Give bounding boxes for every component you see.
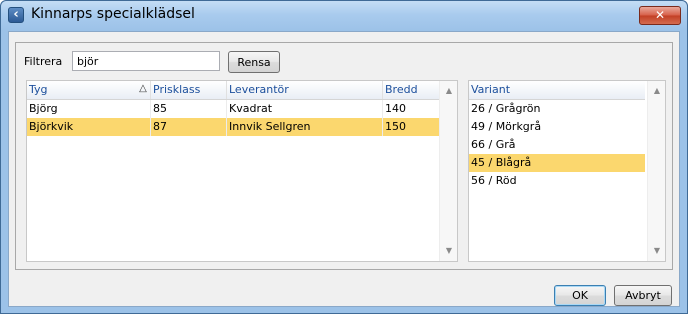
filter-input[interactable] — [72, 51, 220, 71]
fabric-table: Tyg △ Prisklass Leverantör Bredd Björg 8… — [26, 80, 458, 262]
back-arrow-icon: ‹ — [8, 7, 24, 23]
scroll-down-icon[interactable]: ▼ — [651, 245, 663, 257]
close-icon: ✕ — [654, 8, 666, 22]
list-item-selected[interactable]: 45 / Blågrå — [469, 154, 645, 172]
cancel-button[interactable]: Avbryt — [614, 285, 672, 306]
variant-table-header: Variant — [469, 81, 645, 100]
dialog-body: Filtrera Rensa Tyg △ Prisklass Leverantö… — [8, 31, 680, 307]
column-header-prisklass[interactable]: Prisklass — [151, 81, 227, 99]
list-item[interactable]: 49 / Mörkgrå — [469, 118, 645, 136]
column-header-leverantor[interactable]: Leverantör — [227, 81, 383, 99]
close-button[interactable]: ✕ — [639, 6, 681, 25]
variant-table: Variant 26 / Grågrön 49 / Mörkgrå 66 / G… — [468, 80, 666, 262]
variant-label: 56 / Röd — [471, 174, 517, 187]
list-item[interactable]: 56 / Röd — [469, 172, 645, 190]
cell-bredd: 140 — [385, 102, 406, 115]
column-header-tyg-label: Tyg — [29, 83, 48, 96]
variant-label: 26 / Grågrön — [471, 102, 541, 115]
cell-tyg: Björg — [27, 100, 151, 118]
table-row[interactable]: Björg 85 Kvadrat 140 — [27, 100, 439, 118]
fabric-table-header: Tyg △ Prisklass Leverantör Bredd — [27, 81, 439, 100]
variant-label: 49 / Mörkgrå — [471, 120, 542, 133]
dialog-window: ‹ Kinnarps specialklädsel ✕ Filtrera Ren… — [0, 0, 688, 314]
column-header-variant[interactable]: Variant — [469, 81, 645, 99]
cell-prisklass: 87 — [151, 118, 227, 136]
filter-group: Filtrera Rensa Tyg △ Prisklass Leverantö… — [15, 42, 673, 270]
table-row-selected[interactable]: Björkvik 87 Innvik Sellgren 150 — [27, 118, 439, 136]
variant-scrollbar[interactable]: ▲ ▼ — [647, 81, 665, 261]
cell-leverantor: Innvik Sellgren — [227, 118, 383, 136]
cell-prisklass: 85 — [151, 100, 227, 118]
title-bar[interactable]: ‹ Kinnarps specialklädsel ✕ — [1, 1, 687, 31]
scroll-up-icon[interactable]: ▲ — [443, 85, 455, 97]
column-header-bredd[interactable]: Bredd — [383, 81, 439, 99]
filter-label: Filtrera — [24, 55, 63, 68]
ok-button[interactable]: OK — [554, 285, 606, 306]
cell-bredd: 150 — [385, 120, 406, 133]
list-item[interactable]: 66 / Grå — [469, 136, 645, 154]
column-header-tyg[interactable]: Tyg △ — [27, 81, 151, 99]
list-item[interactable]: 26 / Grågrön — [469, 100, 645, 118]
sort-ascending-icon: △ — [139, 83, 147, 94]
variant-label: 45 / Blågrå — [471, 156, 532, 169]
fabric-scrollbar[interactable]: ▲ ▼ — [439, 81, 457, 261]
scroll-down-icon[interactable]: ▼ — [443, 245, 455, 257]
cell-tyg: Björkvik — [27, 118, 151, 136]
cell-leverantor: Kvadrat — [227, 100, 383, 118]
clear-button[interactable]: Rensa — [228, 51, 280, 73]
window-title: Kinnarps specialklädsel — [31, 6, 195, 22]
scroll-up-icon[interactable]: ▲ — [651, 85, 663, 97]
variant-label: 66 / Grå — [471, 138, 516, 151]
